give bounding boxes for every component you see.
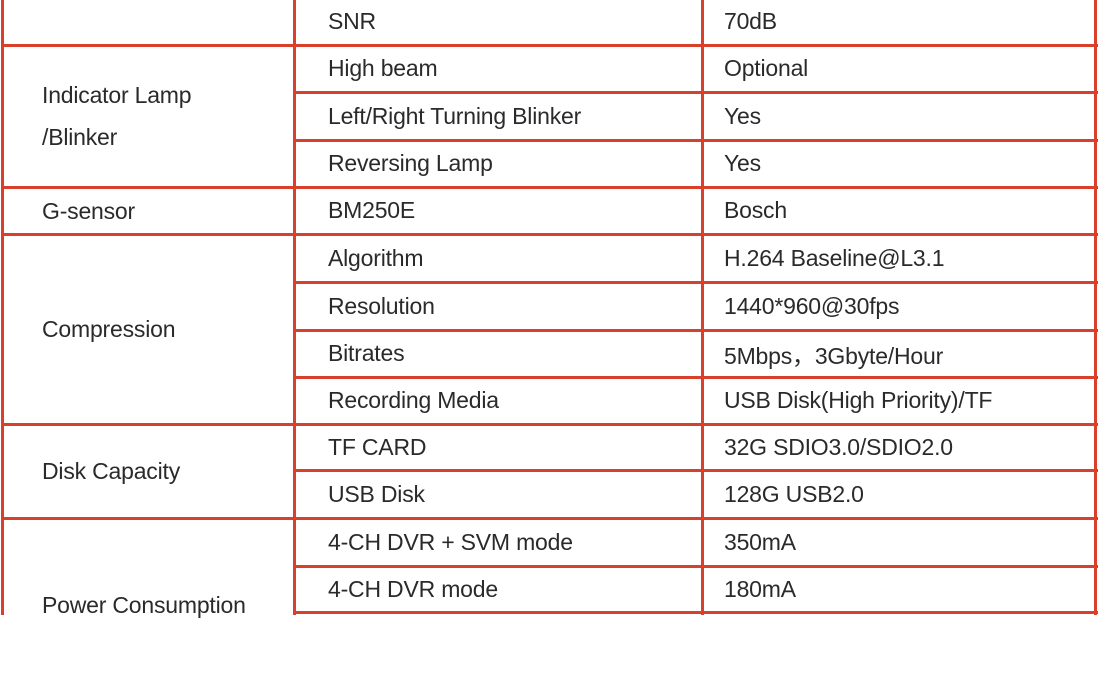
- value-cell: USB Disk(High Priority)/TF: [724, 387, 993, 413]
- category-cell: G-sensor: [42, 197, 135, 224]
- row-divider: [294, 611, 1098, 614]
- parameter-cell: Recording Media: [328, 387, 499, 413]
- group-divider: [2, 186, 1098, 189]
- value-cell: Optional: [724, 55, 809, 81]
- column-border: [293, 0, 296, 615]
- row-divider: [294, 376, 1098, 379]
- spec-table: SNR 70dB High beam Optional Left/Right Turni…: [0, 0, 1100, 618]
- group-divider: [2, 423, 1098, 426]
- parameter-cell: Algorithm: [328, 244, 424, 271]
- row-divider: [294, 281, 1098, 284]
- value-cell: H.264 Baseline@L3.1: [724, 244, 945, 271]
- row-divider: [294, 565, 1098, 568]
- parameter-cell: Bitrates: [328, 340, 405, 366]
- value-cell: Yes: [724, 102, 761, 129]
- value-cell: 5Mbps，3Gbyte/Hour: [724, 342, 944, 369]
- category-cell: Indicator Lamp /Blinker: [42, 82, 192, 150]
- parameter-cell: Reversing Lamp: [328, 150, 493, 176]
- parameter-cell: USB Disk: [328, 480, 425, 507]
- row-divider: [294, 91, 1098, 94]
- row-divider: [294, 139, 1098, 142]
- column-border: [1094, 0, 1097, 615]
- category-cell: [2, 0, 294, 45]
- value-cell: 180mA: [724, 575, 796, 602]
- column-border: [701, 0, 704, 615]
- value-cell: 70dB: [724, 8, 777, 34]
- value-cell: 1440*960@30fps: [724, 292, 900, 319]
- parameter-cell: TF CARD: [328, 433, 427, 460]
- parameter-cell: SNR: [328, 8, 376, 34]
- value-cell: 32G SDIO3.0/SDIO2.0: [724, 433, 953, 460]
- row-divider: [294, 469, 1098, 472]
- group-divider: [2, 517, 1098, 520]
- category-cell: Disk Capacity: [42, 458, 180, 484]
- category-cell: Power Consumption: [42, 592, 246, 618]
- parameter-cell: Left/Right Turning Blinker: [328, 102, 582, 129]
- row-divider: [294, 329, 1098, 332]
- parameter-cell: 4-CH DVR mode: [328, 575, 498, 602]
- value-cell: Yes: [724, 150, 761, 176]
- column-border: [1, 0, 4, 615]
- value-cell: 128G USB2.0: [724, 480, 864, 507]
- group-divider: [2, 44, 1098, 47]
- category-cell: Compression: [42, 316, 176, 342]
- parameter-cell: Resolution: [328, 292, 435, 319]
- group-divider: [2, 233, 1098, 236]
- value-cell: 350mA: [724, 528, 796, 555]
- parameter-cell: 4-CH DVR + SVM mode: [328, 528, 573, 555]
- parameter-cell: High beam: [328, 55, 438, 81]
- parameter-cell: BM250E: [328, 197, 416, 223]
- value-cell: Bosch: [724, 197, 787, 223]
